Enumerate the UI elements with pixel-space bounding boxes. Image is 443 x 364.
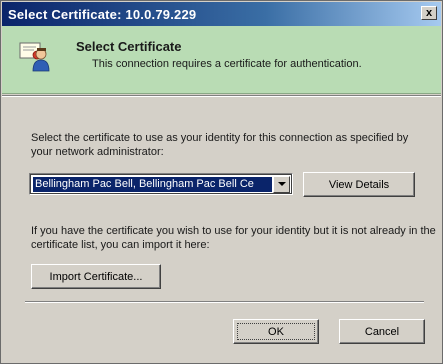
import-certificate-button[interactable]: Import Certificate... xyxy=(31,264,161,289)
window-title: Select Certificate: 10.0.79.229 xyxy=(8,6,197,22)
header-subtitle: This connection requires a certificate f… xyxy=(92,58,362,70)
header-title: Select Certificate xyxy=(76,39,182,54)
import-instructions-text: If you have the certificate you wish to … xyxy=(31,225,436,251)
close-button[interactable]: x xyxy=(421,6,437,20)
title-bar[interactable]: Select Certificate: 10.0.79.229 x xyxy=(2,2,441,26)
header-panel: Select Certificate This connection requi… xyxy=(2,26,441,94)
ok-button[interactable]: OK xyxy=(233,319,319,344)
cancel-button[interactable]: Cancel xyxy=(339,319,425,344)
certificate-select[interactable]: Bellingham Pac Bell, Bellingham Pac Bell… xyxy=(29,173,293,195)
footer-divider xyxy=(25,301,424,303)
header-divider xyxy=(2,95,441,97)
chevron-down-icon xyxy=(277,182,286,186)
instructions-text: Select the certificate to use as your id… xyxy=(31,132,409,158)
view-details-button[interactable]: View Details xyxy=(303,172,415,197)
close-icon: x xyxy=(425,6,433,19)
select-certificate-dialog: Select Certificate: 10.0.79.229 x Select… xyxy=(0,0,443,364)
dropdown-arrow-button[interactable] xyxy=(273,176,290,193)
certificate-user-icon xyxy=(19,42,50,72)
certificate-select-value: Bellingham Pac Bell, Bellingham Pac Bell… xyxy=(33,177,272,192)
